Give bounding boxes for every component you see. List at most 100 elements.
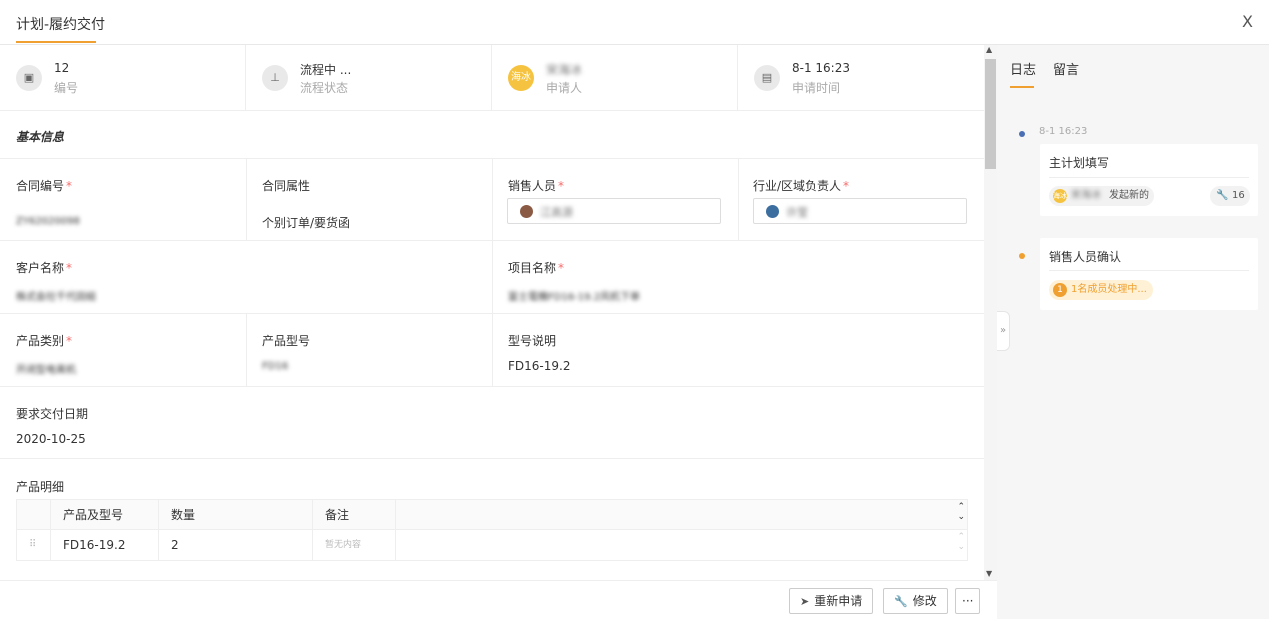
divider [246,313,247,386]
product-category-label: 产品类别 [16,334,65,348]
table-scroll-arrows-disabled: ⌃ ⌄ [957,532,965,552]
product-category-value: 开闭型电离机 [16,365,76,376]
section-title: 基本信息 [16,130,65,144]
customer-name-value: 株式会社千代田組 [16,292,96,303]
region-owner-input[interactable]: 许莹 [753,198,967,224]
timeline-card[interactable]: 销售人员确认 1 1名成员处理中... [1040,238,1258,310]
processing-status-chip: 1 1名成员处理中... [1049,280,1153,300]
contract-no-label: 合同编号 [16,179,65,193]
sales-person-label: 销售人员 [508,179,557,193]
delivery-date-value: 2020-10-25 [16,432,86,446]
reapply-label: 重新申请 [814,594,863,608]
model-desc-label: 型号说明 [508,334,557,348]
table-cell-model: FD16-19.2 [51,530,159,560]
scroll-down-icon[interactable]: ▼ [986,569,992,578]
sales-person-input[interactable]: 江高源 [507,198,721,224]
required-mark: * [843,179,850,193]
column-header-model: 产品及型号 [51,500,159,530]
project-name-label: 项目名称 [508,261,557,275]
wrench-count: 16 [1232,190,1245,201]
summary-status-label: 流程状态 [300,81,349,95]
tab-log[interactable]: 日志 [1010,59,1036,78]
timeline-time: 8-1 16:23 [1039,126,1088,137]
summary-status-value: 流程中 ... [300,63,352,77]
model-desc-field: 型号说明 FD16-19.2 [508,332,570,373]
contract-no-field: 合同编号 * ZY62020098 [16,177,80,227]
form-scrollbar[interactable]: ▲ ▼ [984,45,997,580]
timeline-card[interactable]: 主计划填写 海冰 宋海冰 发起新的 🔧 16 [1040,144,1258,216]
required-mark: * [558,179,565,193]
action-bar: ➤ 重新申请 🔧 修改 ··· [0,580,997,619]
initiator-chip: 海冰 宋海冰 发起新的 [1049,186,1154,206]
timeline-card-title: 主计划填写 [1049,156,1110,170]
detail-title: 产品明细 [16,480,65,494]
avatar-icon: 海冰 [508,65,534,91]
timeline-dot [1019,131,1025,137]
product-detail-table: 产品及型号 数量 备注 ⌃ ⌄ ⠿ FD16-19.2 2 暂无内容 ⌃ ⌄ [16,499,968,561]
divider [492,240,493,313]
required-mark: * [558,261,565,275]
window-header: 计划-履约交付 X [0,0,1269,45]
timeline-dot [1019,253,1025,259]
column-header-note: 备注 [313,500,396,530]
active-tab-indicator [16,41,96,43]
contract-no-value: ZY62020098 [16,216,80,227]
table-row[interactable]: ⠿ FD16-19.2 2 暂无内容 ⌃ ⌄ [17,530,967,560]
divider [0,458,984,459]
avatar [520,205,533,218]
log-panel: 日志 留言 » 8-1 16:23 主计划填写 海冰 宋海冰 发起新的 🔧 16… [997,45,1269,619]
reapply-button[interactable]: ➤ 重新申请 [789,588,874,614]
summary-number: ▣ 12 编号 [0,45,246,111]
wrench-icon: 🔧 [894,595,908,608]
divider [0,386,984,387]
tab-comments[interactable]: 留言 [1053,59,1079,78]
divider [1049,270,1249,271]
processing-status-text: 1名成员处理中... [1071,284,1147,295]
table-header-drag [17,500,51,530]
table-header: 产品及型号 数量 备注 ⌃ ⌄ [17,500,967,530]
divider [492,158,493,240]
required-mark: * [66,334,73,348]
summary-status: ⊥ 流程中 ... 流程状态 [246,45,492,111]
initiator-action: 发起新的 [1109,190,1149,201]
customer-name-field: 客户名称 * 株式会社千代田組 [16,259,96,303]
scroll-up-icon[interactable]: ▲ [986,45,992,54]
divider [246,158,247,240]
wrench-icon: 🔧 [1216,190,1229,201]
collapse-panel-icon[interactable]: » [997,311,1010,351]
summary-applicant-value: 宋海冰 [546,63,583,77]
column-header-qty: 数量 [159,500,313,530]
table-cell-qty: 2 [159,530,313,560]
drag-handle-icon[interactable]: ⠿ [17,530,51,560]
product-model-field: 产品型号 FD16 [262,332,310,372]
close-button[interactable]: X [1242,12,1253,31]
project-name-value: 富士電機FD16-19.2风机下单 [508,292,641,303]
sales-person-value: 江高源 [540,206,573,219]
avatar: 海冰 [1053,189,1067,203]
flow-icon: ⊥ [262,65,288,91]
product-category-field: 产品类别 * 开闭型电离机 [16,332,76,376]
summary-applicant-label: 申请人 [546,81,583,95]
form-area: ▣ 12 编号 ⊥ 流程中 ... 流程状态 海冰 宋海冰 申请人 ▤ 8-1 … [0,45,984,580]
sales-person-field: 销售人员 * [508,177,564,194]
region-owner-field: 行业/区域负责人 * [753,177,849,194]
contract-attr-field: 合同属性 个别订单/要货函 [262,177,350,231]
timeline-card-title: 销售人员确认 [1049,250,1122,264]
contract-attr-label: 合同属性 [262,179,311,193]
product-model-label: 产品型号 [262,334,311,348]
summary-number-label: 编号 [54,81,79,95]
contract-attr-value[interactable]: 个别订单/要货函 [262,214,350,231]
customer-name-label: 客户名称 [16,261,65,275]
divider [492,313,493,386]
more-button[interactable]: ··· [955,588,981,614]
document-icon: ▣ [16,65,42,91]
model-desc-value: FD16-19.2 [508,359,571,373]
summary-time-value: 8-1 16:23 [792,61,850,75]
scrollbar-thumb[interactable] [985,59,996,169]
table-scroll-arrows[interactable]: ⌃ ⌄ [957,502,965,522]
modify-button[interactable]: 🔧 修改 [883,588,948,614]
window-title[interactable]: 计划-履约交付 [16,14,105,34]
summary-bar: ▣ 12 编号 ⊥ 流程中 ... 流程状态 海冰 宋海冰 申请人 ▤ 8-1 … [0,45,984,111]
summary-time-label: 申请时间 [792,81,841,95]
avatar [766,205,779,218]
